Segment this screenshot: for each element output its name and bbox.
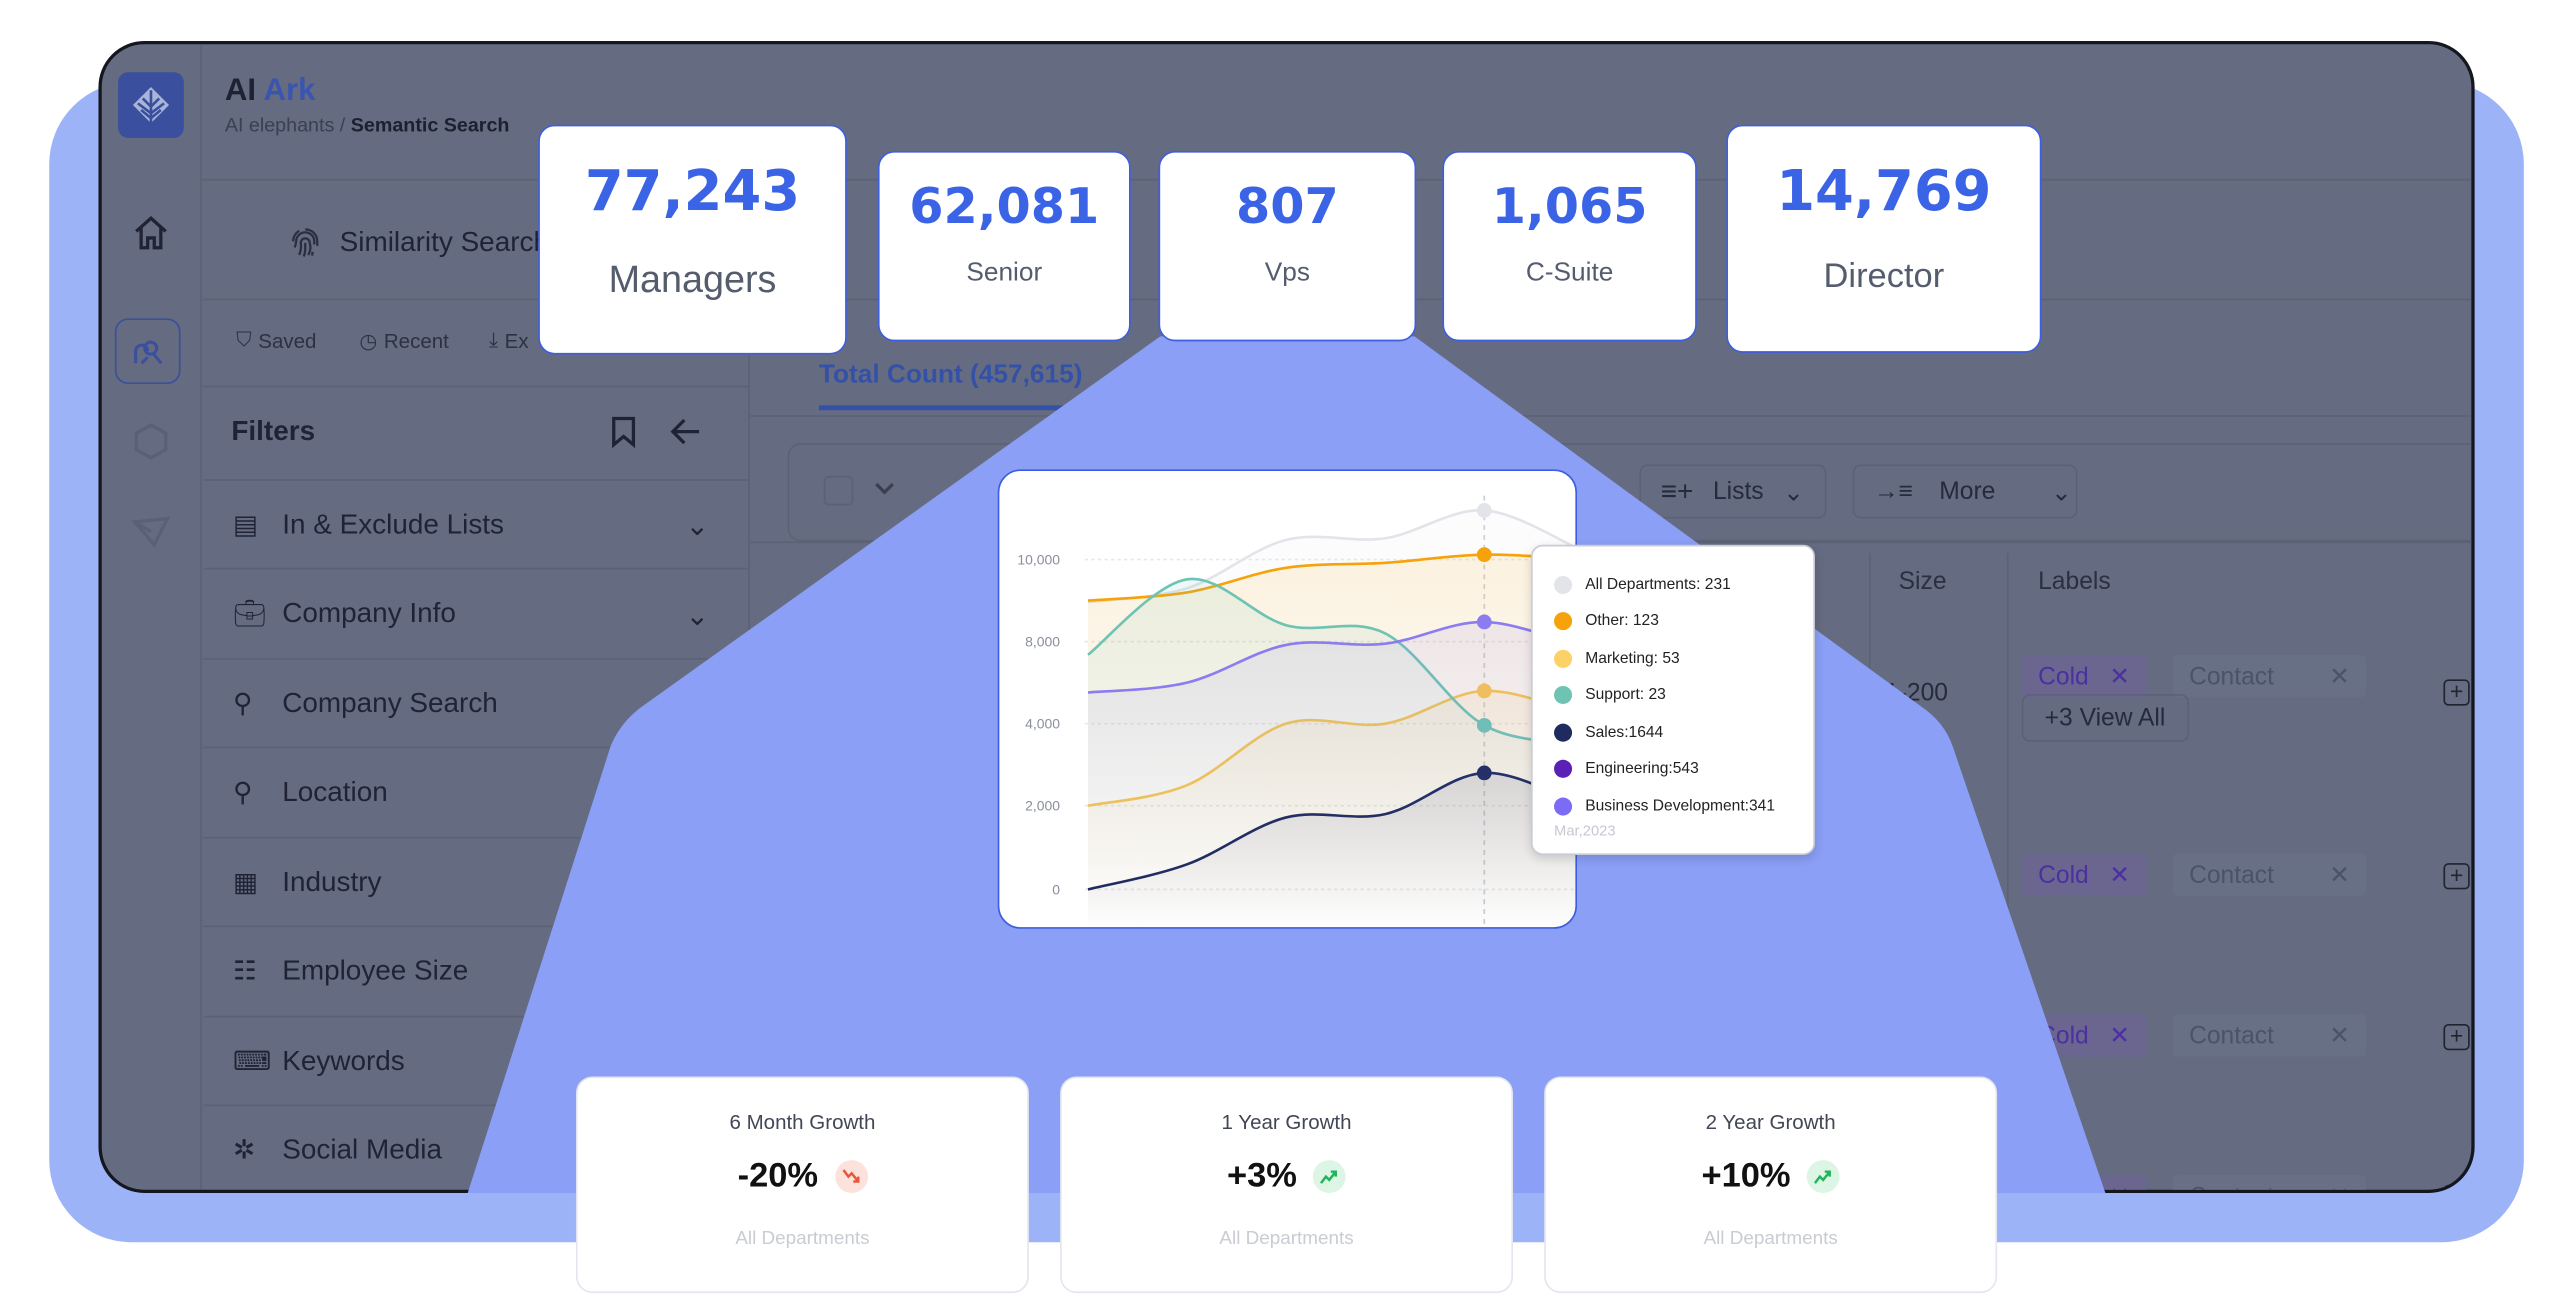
series-point[interactable] bbox=[1476, 547, 1492, 563]
y-tick-label: 4,000 bbox=[1025, 716, 1060, 732]
stat-card[interactable]: 14,769 Director bbox=[1726, 124, 2042, 353]
tooltip-label: All Departments: 231 bbox=[1585, 575, 1731, 594]
tooltip-item: Other: 123 bbox=[1554, 603, 1813, 640]
trending-down-icon bbox=[834, 1160, 868, 1194]
tooltip-item: Engineering:543 bbox=[1554, 751, 1813, 788]
tooltip-label: Marketing: 53 bbox=[1585, 649, 1680, 668]
growth-subtitle: All Departments bbox=[1219, 1229, 1354, 1249]
growth-card: 6 Month Growth -20% All Departments bbox=[575, 1076, 1029, 1294]
growth-subtitle: All Departments bbox=[735, 1229, 870, 1249]
y-tick-label: 0 bbox=[1052, 881, 1060, 897]
stat-label: Vps bbox=[1264, 259, 1310, 288]
tooltip-item: Sales:1644 bbox=[1554, 714, 1813, 751]
tooltip-label: Sales:1644 bbox=[1585, 723, 1664, 742]
legend-dot bbox=[1554, 797, 1573, 816]
series-point[interactable] bbox=[1476, 614, 1492, 630]
legend-dot bbox=[1554, 575, 1573, 594]
stat-card[interactable]: 1,065 C-Suite bbox=[1442, 150, 1697, 342]
stage: AI Ark AI elephants / Semantic Search Si… bbox=[0, 0, 2560, 1313]
growth-subtitle: All Departments bbox=[1703, 1229, 1838, 1249]
stat-card[interactable]: 77,243 Managers bbox=[538, 124, 847, 355]
growth-title: 6 Month Growth bbox=[729, 1110, 876, 1134]
department-chart: 10,000 8,000 4,000 2,000 0 bbox=[997, 469, 1578, 929]
growth-value-row: +3% bbox=[1062, 1157, 1512, 1196]
trending-up-icon bbox=[1313, 1160, 1347, 1194]
stat-label: Director bbox=[1823, 257, 1945, 296]
stat-value: 62,081 bbox=[909, 178, 1100, 237]
tooltip-label: Engineering:543 bbox=[1585, 760, 1699, 779]
growth-value: +3% bbox=[1226, 1156, 1297, 1195]
tooltip-label: Business Development:341 bbox=[1585, 797, 1775, 816]
stat-value: 77,243 bbox=[584, 159, 801, 225]
legend-dot bbox=[1554, 723, 1573, 742]
y-tick-label: 2,000 bbox=[1025, 798, 1060, 814]
tooltip-label: Other: 123 bbox=[1585, 612, 1659, 631]
tooltip-item: Support: 23 bbox=[1554, 677, 1813, 714]
growth-value-row: +10% bbox=[1546, 1157, 1996, 1196]
stat-label: Senior bbox=[966, 259, 1043, 288]
tooltip-label: Support: 23 bbox=[1585, 686, 1666, 705]
growth-value-row: -20% bbox=[578, 1157, 1028, 1196]
y-tick-label: 10,000 bbox=[1017, 552, 1060, 568]
growth-value: +10% bbox=[1701, 1156, 1791, 1195]
stat-value: 1,065 bbox=[1491, 178, 1648, 237]
stat-card[interactable]: 807 Vps bbox=[1158, 150, 1417, 342]
chart-tooltip: All Departments: 231 Other: 123 Marketing:… bbox=[1531, 544, 1815, 855]
legend-dot bbox=[1554, 686, 1573, 705]
tooltip-date: Mar,2023 bbox=[1554, 821, 1616, 838]
series-point[interactable] bbox=[1476, 502, 1492, 518]
tooltip-item: Marketing: 53 bbox=[1554, 640, 1813, 677]
legend-dot bbox=[1554, 649, 1573, 668]
y-tick-label: 8,000 bbox=[1025, 634, 1060, 650]
stat-value: 14,769 bbox=[1776, 159, 1992, 225]
stat-label: C-Suite bbox=[1525, 259, 1614, 288]
tooltip-items: All Departments: 231 Other: 123 Marketing:… bbox=[1554, 566, 1813, 824]
legend-dot bbox=[1554, 760, 1573, 779]
stat-card[interactable]: 62,081 Senior bbox=[877, 150, 1131, 342]
stat-value: 807 bbox=[1235, 178, 1339, 237]
legend-dot bbox=[1554, 612, 1573, 631]
chart-svg: 10,000 8,000 4,000 2,000 0 bbox=[1017, 495, 1576, 928]
growth-title: 1 Year Growth bbox=[1221, 1110, 1352, 1134]
tooltip-item: Business Development:341 bbox=[1554, 788, 1813, 825]
tooltip-item: All Departments: 231 bbox=[1554, 566, 1813, 603]
growth-title: 2 Year Growth bbox=[1705, 1110, 1836, 1134]
growth-card: 1 Year Growth +3% All Departments bbox=[1060, 1076, 1514, 1294]
growth-value: -20% bbox=[737, 1156, 819, 1195]
growth-card: 2 Year Growth +10% All Departments bbox=[1544, 1076, 1998, 1294]
trending-up-icon bbox=[1806, 1160, 1840, 1194]
stat-label: Managers bbox=[608, 257, 777, 301]
